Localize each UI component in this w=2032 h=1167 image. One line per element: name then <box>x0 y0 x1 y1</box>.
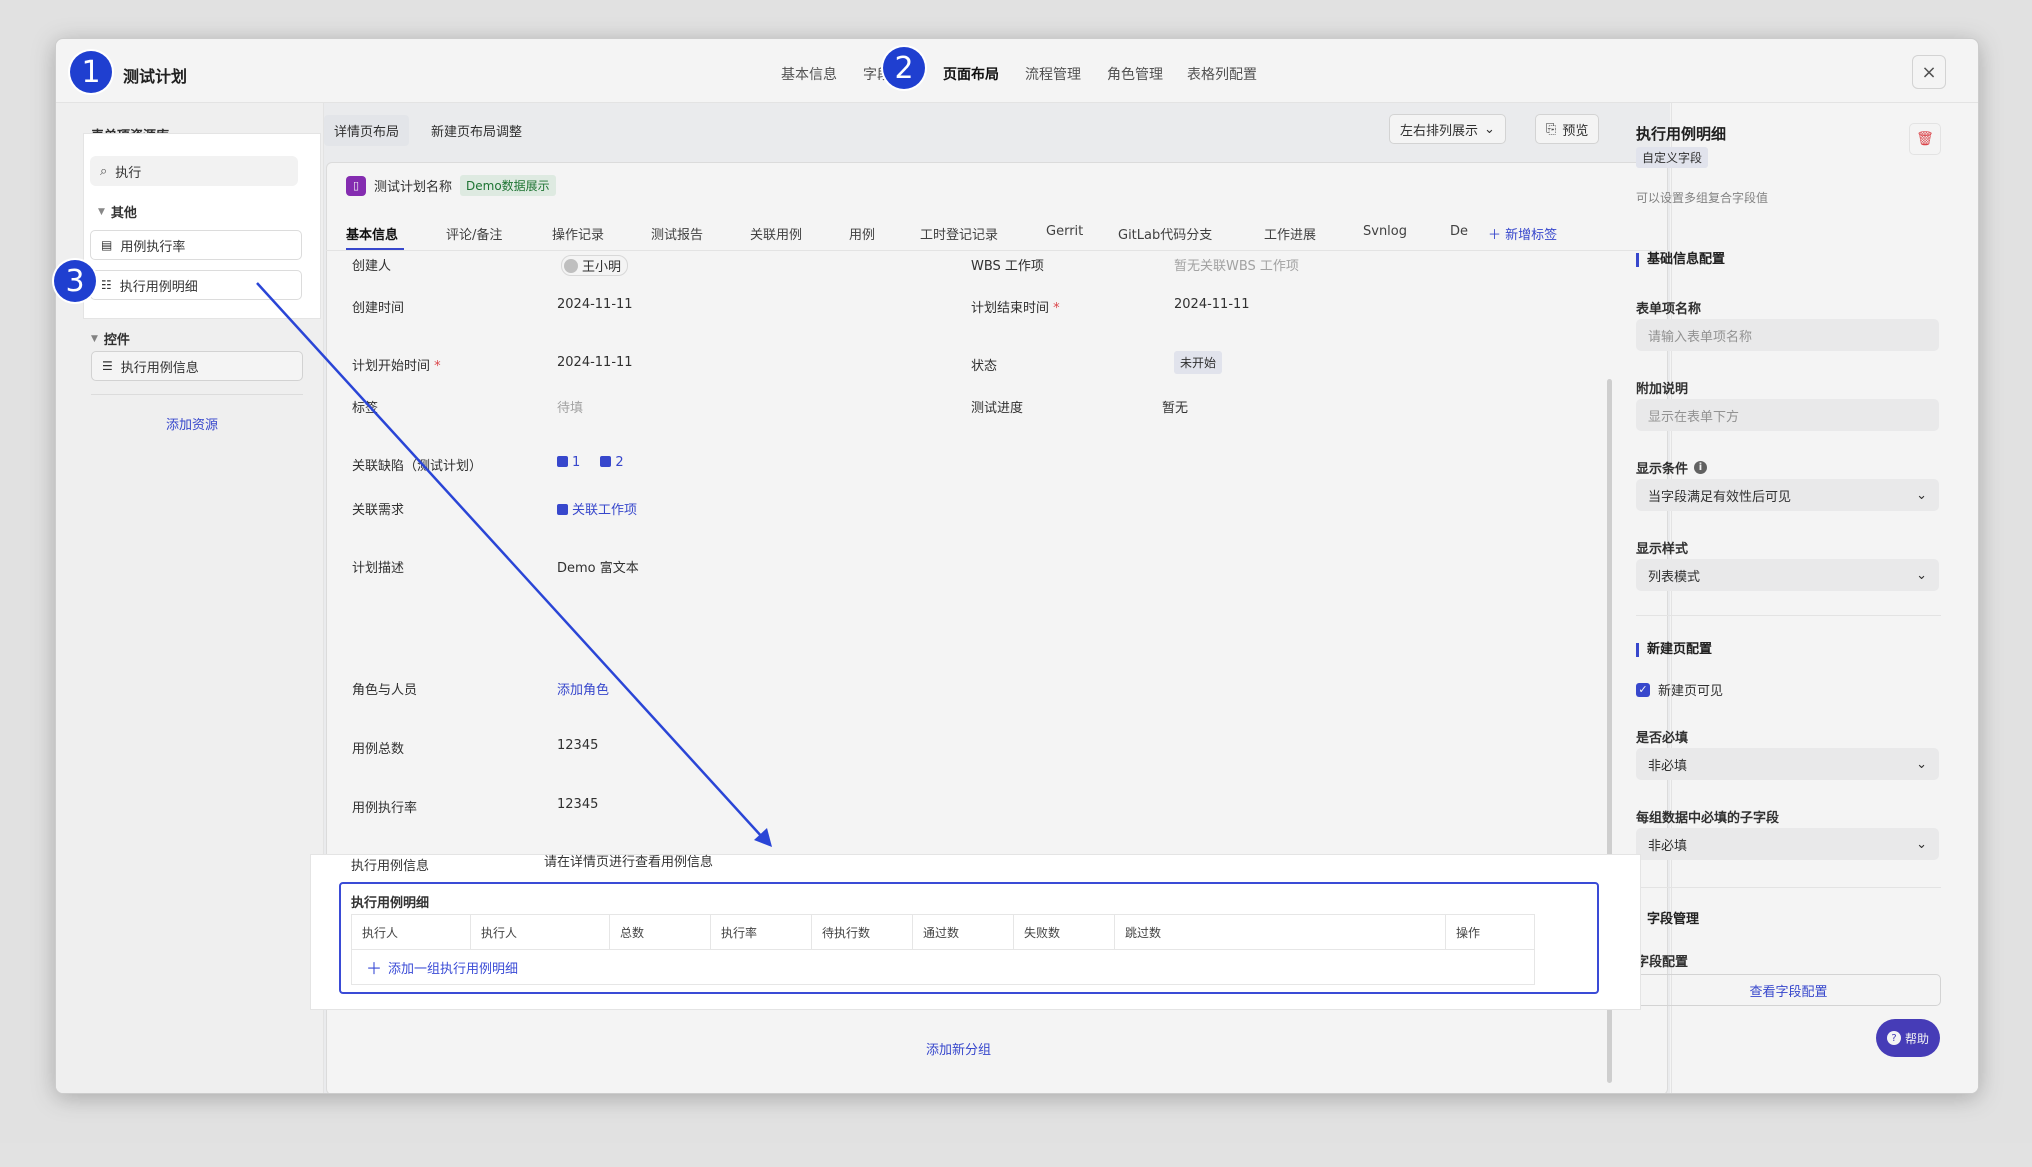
drag-arrow <box>256 282 772 847</box>
step-badge-3: 3 <box>54 260 96 302</box>
step-badge-2: 2 <box>883 47 925 89</box>
arrow-line <box>256 282 764 839</box>
step-badge-1: 1 <box>70 51 112 93</box>
